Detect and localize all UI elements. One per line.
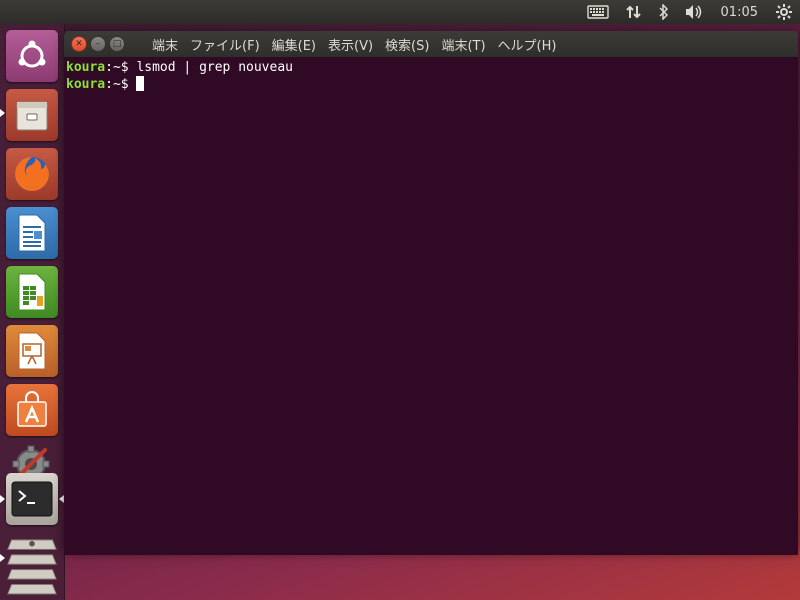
window-title: 端末 [152, 38, 179, 54]
menu-file[interactable]: ファイル(F) [190, 35, 260, 54]
bluetooth-icon[interactable] [659, 4, 669, 20]
terminal-area[interactable]: koura:~$ lsmod | grep nouveau koura:~$ [64, 57, 798, 555]
close-button[interactable]: ✕ [71, 36, 87, 52]
terminal-line: koura:~$ [66, 76, 796, 93]
volume-icon[interactable] [685, 4, 703, 20]
keyboard-icon[interactable] [586, 5, 609, 19]
prompt-path: :~$ [105, 60, 129, 75]
launcher-software-center[interactable] [6, 384, 58, 436]
launcher-libreoffice-writer[interactable] [6, 207, 58, 259]
running-indicator [0, 495, 5, 503]
menu-view[interactable]: 表示(V) [328, 35, 373, 54]
menu-search[interactable]: 検索(S) [385, 35, 429, 54]
terminal-icon [6, 473, 58, 525]
file-cabinet-icon [6, 89, 58, 141]
terminal-window[interactable]: ✕ – □ 端末 ファイル(F) 編集(E) 表示(V) 検索(S) 端末(T)… [64, 31, 798, 555]
launcher-libreoffice-calc[interactable] [6, 266, 58, 318]
firefox-icon [6, 148, 58, 200]
top-panel: 01:05 [0, 0, 800, 24]
text-cursor [136, 76, 145, 91]
running-indicator [0, 109, 5, 117]
launcher-firefox[interactable] [6, 148, 58, 200]
menu-terminal[interactable]: 端末(T) [441, 35, 485, 54]
minimize-icon: – [95, 39, 101, 49]
prompt-user: koura [66, 60, 106, 75]
menu-help[interactable]: ヘルプ(H) [498, 35, 557, 54]
running-indicator [0, 554, 5, 562]
launcher-more-apps[interactable] [6, 532, 58, 600]
launcher-libreoffice-impress[interactable] [6, 325, 58, 377]
writer-document-icon [6, 207, 58, 259]
maximize-icon: □ [112, 39, 122, 49]
minimize-button[interactable]: – [90, 36, 106, 52]
shopping-bag-icon [6, 384, 58, 436]
launcher [0, 24, 65, 600]
ubuntu-logo-icon [6, 30, 58, 82]
indicator-area: 01:05 [579, 0, 800, 24]
clock[interactable]: 01:05 [721, 5, 758, 20]
window-titlebar[interactable]: ✕ – □ 端末 ファイル(F) 編集(E) 表示(V) 検索(S) 端末(T)… [64, 31, 798, 57]
calc-spreadsheet-icon [6, 266, 58, 318]
launcher-terminal[interactable] [6, 473, 58, 525]
network-icon[interactable] [625, 4, 643, 20]
launcher-files[interactable] [6, 89, 58, 141]
menubar: 端末 ファイル(F) 編集(E) 表示(V) 検索(S) 端末(T) ヘルプ(H… [152, 35, 568, 54]
maximize-button[interactable]: □ [109, 36, 125, 52]
stacked-tiles-icon [6, 532, 58, 600]
impress-presentation-icon [6, 325, 58, 377]
menu-edit[interactable]: 編集(E) [272, 35, 316, 54]
prompt-path: :~$ [105, 77, 129, 92]
launcher-ubuntu-dash[interactable] [6, 30, 58, 82]
command-text: lsmod | grep nouveau [136, 60, 293, 75]
window-controls: ✕ – □ [71, 36, 128, 52]
terminal-line: koura:~$ lsmod | grep nouveau [66, 59, 796, 76]
prompt-user: koura [66, 77, 106, 92]
close-icon: ✕ [75, 39, 83, 49]
power-gear-icon[interactable] [776, 4, 792, 20]
